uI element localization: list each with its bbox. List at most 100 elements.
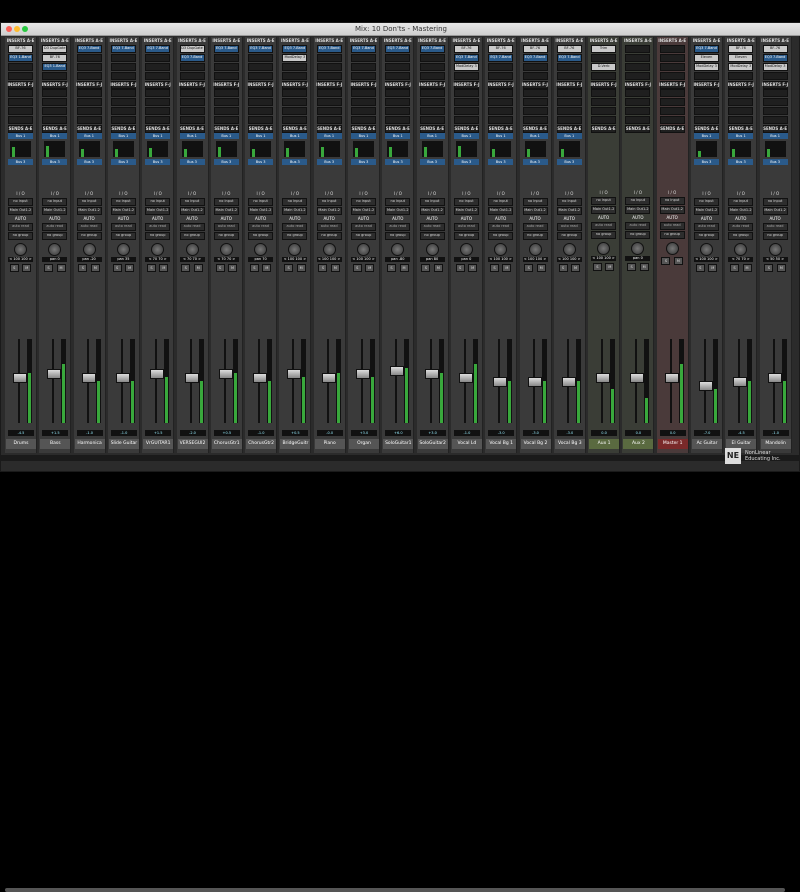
track-name[interactable]: ChorusGtr1: [211, 439, 242, 449]
insert-slot[interactable]: [110, 89, 136, 97]
insert-slot[interactable]: D3 DupGate: [179, 45, 205, 53]
mute-button[interactable]: M: [639, 263, 649, 271]
mute-button[interactable]: M: [399, 264, 409, 272]
send-button[interactable]: Bus 1: [145, 133, 171, 139]
insert-slot[interactable]: [556, 107, 582, 115]
pan-knob[interactable]: [562, 243, 576, 256]
input-selector[interactable]: no input: [591, 197, 617, 205]
insert-slot[interactable]: [385, 107, 411, 115]
group-selector[interactable]: no group: [42, 232, 68, 240]
output-selector[interactable]: Main Out1-2: [762, 207, 788, 215]
volume-fader[interactable]: [630, 373, 645, 384]
volume-fader[interactable]: [287, 369, 302, 380]
mute-button[interactable]: M: [776, 264, 786, 272]
input-selector[interactable]: no input: [110, 198, 136, 206]
send-button[interactable]: Bus 1: [76, 133, 102, 139]
automation-mode[interactable]: auto read: [110, 223, 136, 231]
insert-slot[interactable]: [419, 63, 445, 71]
input-selector[interactable]: no input: [453, 198, 479, 206]
insert-slot[interactable]: [351, 116, 376, 124]
volume-fader[interactable]: [596, 373, 611, 384]
input-selector[interactable]: no input: [316, 198, 342, 206]
track-name[interactable]: Vocal Bg 3: [554, 439, 585, 449]
insert-slot[interactable]: BF-76: [42, 54, 68, 62]
output-selector[interactable]: Main Out1-2: [76, 207, 102, 215]
insert-slot[interactable]: [659, 107, 685, 115]
automation-mode[interactable]: auto read: [76, 223, 102, 231]
pan-knob[interactable]: [391, 243, 405, 256]
insert-slot[interactable]: [76, 98, 102, 106]
automation-mode[interactable]: auto read: [591, 222, 617, 230]
automation-mode[interactable]: auto read: [316, 223, 342, 231]
insert-slot[interactable]: [659, 45, 685, 53]
send-button[interactable]: Bus 1: [694, 133, 719, 139]
automation-mode[interactable]: auto read: [8, 223, 33, 231]
automation-mode[interactable]: auto read: [694, 223, 719, 231]
insert-slot[interactable]: [76, 63, 102, 71]
group-selector[interactable]: no group: [282, 232, 308, 240]
insert-slot[interactable]: [556, 98, 582, 106]
input-selector[interactable]: no input: [556, 198, 582, 206]
group-selector[interactable]: no group: [248, 232, 274, 240]
pan-knob[interactable]: [185, 243, 199, 256]
insert-slot[interactable]: [179, 63, 205, 71]
track-name[interactable]: VrGUITAR1: [143, 439, 174, 449]
send-button[interactable]: Bus 1: [453, 133, 479, 139]
insert-slot[interactable]: [248, 107, 274, 115]
pan-knob[interactable]: [700, 243, 713, 256]
insert-slot[interactable]: ModDelay 3: [453, 63, 479, 71]
output-selector[interactable]: Main Out1-2: [488, 207, 514, 215]
track-name[interactable]: Organ: [349, 439, 379, 449]
insert-slot[interactable]: BF-76: [762, 45, 788, 53]
insert-slot[interactable]: [488, 107, 514, 115]
send-button[interactable]: Bus 1: [8, 133, 33, 139]
insert-slot[interactable]: ModDelay 3: [762, 63, 788, 71]
insert-slot[interactable]: [110, 72, 136, 80]
send-bus-button[interactable]: Bus 3: [179, 159, 205, 165]
send-bus-button[interactable]: Bus 3: [453, 159, 479, 165]
send-bus-button[interactable]: Bus 3: [728, 159, 754, 165]
insert-slot[interactable]: [179, 98, 205, 106]
insert-slot[interactable]: [556, 116, 582, 124]
send-button[interactable]: Bus 1: [316, 133, 342, 139]
solo-button[interactable]: S: [215, 264, 225, 272]
send-bus-button[interactable]: Bus 3: [522, 159, 548, 165]
automation-mode[interactable]: auto read: [556, 223, 582, 231]
insert-slot[interactable]: [453, 116, 479, 124]
insert-slot[interactable]: EQ3 7-Band: [488, 54, 514, 62]
pan-knob[interactable]: [357, 243, 370, 256]
output-selector[interactable]: Main Out1-2: [453, 207, 479, 215]
solo-button[interactable]: S: [112, 264, 122, 272]
insert-slot[interactable]: [419, 98, 445, 106]
mute-button[interactable]: M: [673, 257, 683, 265]
output-selector[interactable]: Main Out1-2: [522, 207, 548, 215]
output-selector[interactable]: Main Out1-2: [385, 207, 411, 215]
insert-slot[interactable]: [694, 89, 719, 97]
automation-mode[interactable]: auto read: [145, 223, 171, 231]
automation-mode[interactable]: auto read: [351, 223, 376, 231]
pan-knob[interactable]: [597, 242, 611, 255]
insert-slot[interactable]: [625, 98, 651, 106]
insert-slot[interactable]: [282, 89, 308, 97]
input-selector[interactable]: no input: [762, 198, 788, 206]
input-selector[interactable]: no input: [385, 198, 411, 206]
insert-slot[interactable]: [488, 63, 514, 71]
volume-fader[interactable]: [184, 373, 199, 384]
send-bus-button[interactable]: Bus 3: [8, 159, 33, 165]
output-selector[interactable]: Main Out1-2: [419, 207, 445, 215]
solo-button[interactable]: S: [661, 257, 671, 265]
insert-slot[interactable]: [179, 89, 205, 97]
send-bus-button[interactable]: Bus 3: [213, 159, 239, 165]
send-button[interactable]: Bus 1: [728, 133, 754, 139]
automation-mode[interactable]: auto read: [179, 223, 205, 231]
automation-mode[interactable]: auto read: [42, 223, 68, 231]
insert-slot[interactable]: [453, 107, 479, 115]
solo-button[interactable]: S: [627, 263, 637, 271]
send-bus-button[interactable]: Bus 3: [42, 159, 68, 165]
insert-slot[interactable]: [556, 89, 582, 97]
insert-slot[interactable]: EQ3 7-Band: [282, 45, 308, 53]
insert-slot[interactable]: [351, 107, 376, 115]
insert-slot[interactable]: D-Verb: [591, 63, 617, 71]
track-name[interactable]: Piano: [314, 439, 345, 449]
insert-slot[interactable]: [179, 72, 205, 80]
